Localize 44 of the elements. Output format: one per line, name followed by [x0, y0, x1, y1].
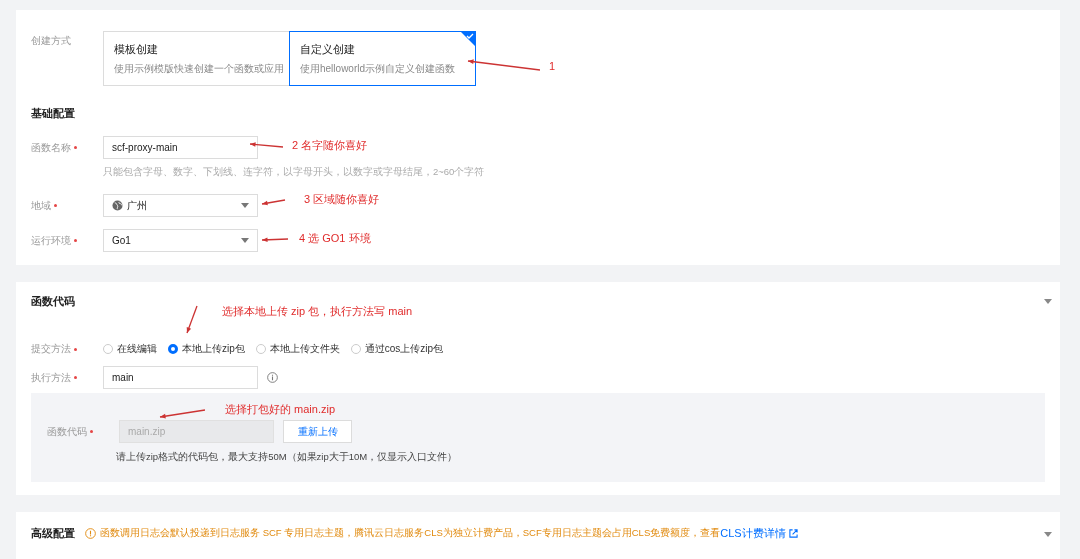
select-field[interactable]: Go1 [103, 229, 258, 252]
info-icon[interactable] [267, 372, 278, 383]
field-label: 运行环境 [31, 233, 71, 248]
pricing-link[interactable]: CLS计费详情 [720, 526, 786, 541]
caret-icon[interactable] [1044, 532, 1052, 537]
caret-icon [241, 203, 249, 208]
creation-option[interactable]: 自定义创建 使用helloworld示例自定义创建函数 [289, 31, 476, 86]
section-title: 函数代码 [31, 294, 76, 309]
select-field[interactable]: 广州 [103, 194, 258, 217]
annotation-text: 3 区域随你喜好 [304, 192, 380, 207]
field-label: 执行方法 [31, 370, 71, 385]
field-label: 函数名称 [31, 140, 71, 155]
annotation-text: 2 名字随你喜好 [292, 138, 368, 153]
caret-icon [241, 238, 249, 243]
creation-option[interactable]: 模板创建 使用示例模版快速创建一个函数或应用 [103, 31, 290, 86]
annotation-text: 1 [549, 60, 556, 72]
annotation-arrow [159, 409, 206, 419]
globe-icon [112, 200, 123, 211]
warning-icon [85, 528, 96, 539]
hint-text: 请上传zip格式的代码包，最大支持50M（如果zip大于10M，仅显示入口文件） [116, 451, 459, 464]
field-label: 创建方式 [31, 34, 71, 48]
caret-icon[interactable] [1044, 299, 1052, 304]
notice-text: 函数调用日志会默认投递到日志服务 SCF 专用日志主题，腾讯云日志服务CLS为独立计费产品，SCF专用日志主题会占用CLS免费额度，查看 [100, 527, 721, 540]
hint-text: 只能包含字母、数字、下划线、连字符，以字母开头，以数字或字母结尾，2~60个字符 [103, 166, 486, 179]
annotation-arrow [261, 199, 286, 206]
radio-option[interactable]: 本地上传文件夹 [255, 342, 340, 356]
field-label: 地域 [31, 198, 51, 213]
field-label: 函数代码 [47, 424, 87, 439]
input-field[interactable]: main [103, 366, 258, 389]
field-label: 提交方法 [31, 342, 71, 356]
annotation-text: 选择本地上传 zip 包，执行方法写 main [222, 304, 413, 319]
check-icon [461, 32, 475, 46]
annotation-arrow [249, 142, 284, 148]
input-field[interactable]: scf-proxy-main [103, 136, 258, 159]
section-title: 基础配置 [31, 106, 76, 121]
section-title: 高级配置 [31, 526, 75, 541]
radio-option[interactable]: 在线编辑 [103, 342, 157, 356]
annotation-arrow [261, 237, 289, 243]
radio-option[interactable]: 通过cos上传zip包 [350, 342, 444, 356]
radio-option[interactable]: 本地上传zip包 [168, 342, 245, 356]
external-link-icon[interactable] [788, 529, 798, 538]
annotation-text: 选择打包好的 main.zip [225, 402, 336, 417]
annotation-text: 4 选 GO1 环境 [299, 231, 371, 246]
annotation-arrow [186, 305, 198, 334]
